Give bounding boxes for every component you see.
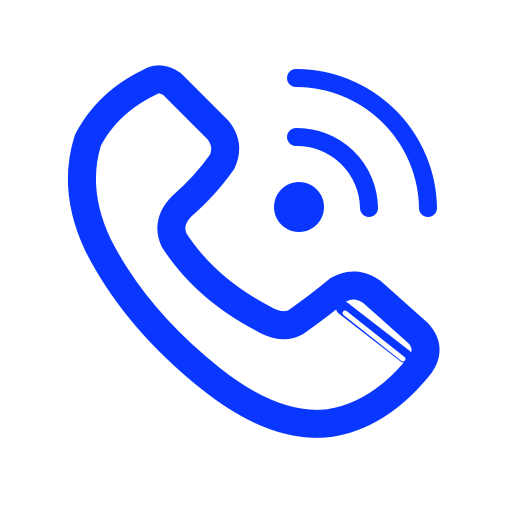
phone-call-icon [67, 65, 440, 438]
icon-canvas [0, 0, 512, 512]
handset-outline [67, 65, 440, 438]
signal-dot [274, 182, 324, 232]
